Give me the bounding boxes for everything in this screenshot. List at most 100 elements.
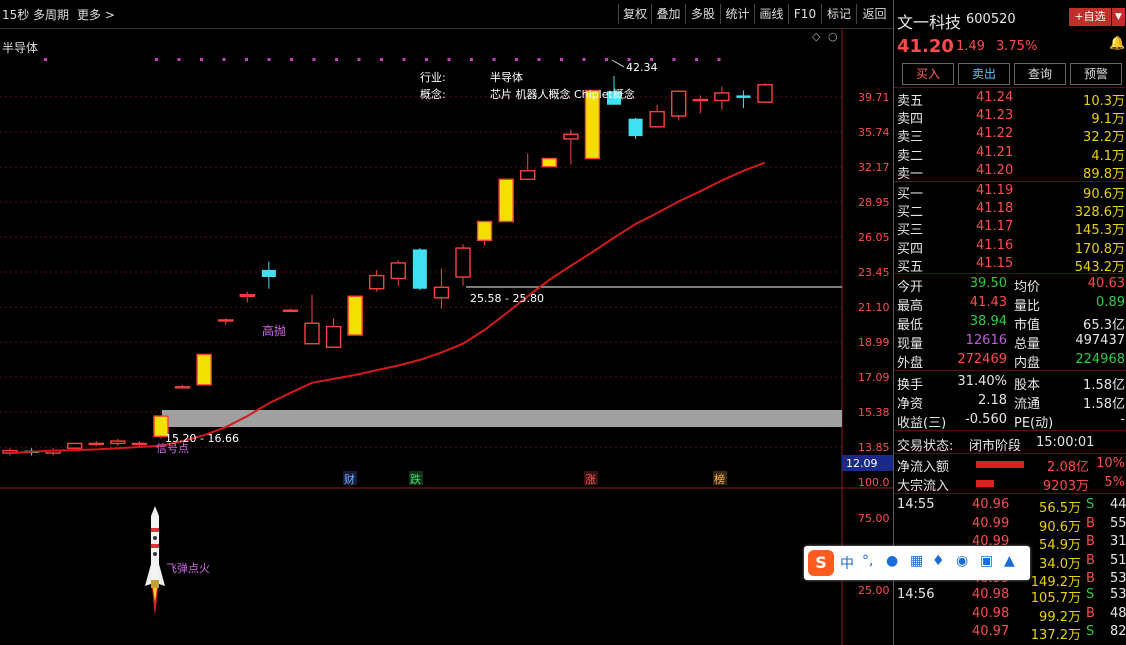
candle-body bbox=[671, 90, 687, 117]
ask-label: 卖五 bbox=[897, 94, 924, 109]
back-button[interactable]: 返回 bbox=[856, 4, 892, 24]
overlay-button[interactable]: 叠加 bbox=[651, 4, 685, 24]
ask-label: 卖一 bbox=[897, 166, 924, 182]
flow-pct: 5% bbox=[1104, 475, 1125, 490]
mark-button[interactable]: 标记 bbox=[821, 4, 856, 24]
more-menu-button[interactable]: 更多 > bbox=[77, 6, 115, 23]
bid-price: 41.15 bbox=[976, 255, 1014, 271]
sogou-logo-icon[interactable]: S bbox=[808, 550, 834, 576]
diamond-icon[interactable]: ◇ bbox=[812, 30, 821, 43]
trade-time: 15:00:01 bbox=[1036, 435, 1095, 450]
dot bbox=[200, 58, 203, 61]
ime-toolbar[interactable]: S 中 °, ● ▦ ♦ ◉ ▣ ▲ bbox=[804, 546, 1030, 580]
stat-label: 均价 bbox=[1014, 280, 1041, 295]
tick-side: S bbox=[1086, 624, 1095, 639]
stat-label: 最高 bbox=[897, 299, 924, 314]
tick-price: 40.98 bbox=[972, 587, 1010, 602]
stat-label: 收益(三) bbox=[897, 416, 947, 431]
kline-chart[interactable]: 39.71 35.74 32.17 28.95 26.05 23.45 21.10 18.99… bbox=[0, 28, 893, 645]
add-watchlist-button[interactable]: +自选 bbox=[1069, 8, 1111, 26]
current-price-text: 12.09 bbox=[846, 457, 878, 470]
ask-volume: 9.1万 bbox=[1091, 112, 1125, 128]
gear-icon[interactable]: ○ bbox=[828, 30, 838, 43]
dot bbox=[560, 58, 563, 61]
bid-volume: 170.8万 bbox=[1074, 241, 1125, 257]
price-change: 1.49 bbox=[956, 39, 985, 54]
shirt-icon[interactable]: ♦ bbox=[932, 553, 945, 569]
candle-body bbox=[390, 262, 406, 280]
dot bbox=[245, 58, 248, 61]
candle-body bbox=[325, 325, 342, 348]
ime-lang-toggle[interactable]: 中 bbox=[840, 553, 854, 573]
f10-button[interactable]: F10 bbox=[788, 4, 821, 24]
price-tick: 23.45 bbox=[858, 266, 890, 279]
draw-line-button[interactable]: 画线 bbox=[754, 4, 788, 24]
ask-label: 卖三 bbox=[897, 130, 924, 146]
dot bbox=[402, 58, 406, 61]
candle-body bbox=[67, 442, 83, 449]
game-icon[interactable]: ◉ bbox=[956, 553, 968, 569]
indicator-label: 半导体 bbox=[2, 41, 38, 55]
dot bbox=[447, 58, 451, 61]
flow-pct: 10% bbox=[1096, 456, 1125, 471]
stat-value: 0.89 bbox=[1096, 295, 1125, 310]
tick-volume: 54.9万 bbox=[1039, 538, 1081, 553]
ime-punct-toggle[interactable]: °, bbox=[862, 553, 873, 569]
dot bbox=[605, 58, 608, 61]
dot bbox=[155, 58, 158, 61]
tick-count: 51 bbox=[1110, 552, 1126, 568]
fuquan-button[interactable]: 复权 bbox=[618, 4, 651, 24]
stats-button[interactable]: 统计 bbox=[720, 4, 754, 24]
tick-count: 31 bbox=[1110, 534, 1126, 549]
microphone-icon[interactable]: ● bbox=[886, 553, 898, 569]
dot bbox=[470, 58, 473, 61]
ask-volume: 89.8万 bbox=[1083, 166, 1125, 182]
signal-label: 信号点 bbox=[156, 442, 189, 455]
rocket-label: 飞弹点火 bbox=[166, 561, 210, 575]
bell-icon[interactable]: 🔔 bbox=[1109, 36, 1125, 51]
flow-value: 9203万 bbox=[1042, 479, 1089, 494]
stat-value: 39.50 bbox=[969, 276, 1007, 291]
stat-value: 31.40% bbox=[957, 374, 1007, 389]
query-button[interactable]: 查询 bbox=[1014, 63, 1066, 85]
dot bbox=[267, 58, 271, 61]
keyboard-icon[interactable]: ▦ bbox=[910, 553, 923, 569]
multi-period-button[interactable]: 多周期 bbox=[33, 6, 69, 23]
buy-button[interactable]: 买入 bbox=[902, 63, 954, 85]
candle-body bbox=[131, 442, 148, 446]
candle-body bbox=[412, 249, 427, 289]
tick-side: B bbox=[1086, 605, 1095, 621]
dotted-indicator-line bbox=[44, 58, 721, 61]
dot bbox=[177, 58, 181, 61]
chevron-down-icon[interactable]: ▼ bbox=[1112, 8, 1125, 26]
candle-body bbox=[498, 178, 514, 223]
alert-button[interactable]: 预警 bbox=[1070, 63, 1122, 85]
tick-volume: 105.7万 bbox=[1030, 591, 1081, 606]
tick-side: B bbox=[1086, 571, 1095, 586]
stat-label: PE(动) bbox=[1014, 416, 1054, 431]
bid-label: 买三 bbox=[897, 223, 924, 239]
flow-value: 2.08亿 bbox=[1047, 460, 1089, 475]
period-selector[interactable]: 15秒 bbox=[2, 6, 29, 23]
ask-volume: 10.3万 bbox=[1083, 94, 1125, 109]
dot bbox=[582, 58, 586, 61]
tree-icon[interactable]: ▲ bbox=[1004, 553, 1015, 569]
stat-value: 12616 bbox=[965, 333, 1007, 348]
multi-stock-button[interactable]: 多股 bbox=[685, 4, 720, 24]
stat-label: 现量 bbox=[897, 337, 924, 352]
ask-price: 41.22 bbox=[976, 126, 1014, 142]
stat-value: 1.58亿 bbox=[1083, 397, 1125, 412]
price-tick: 18.99 bbox=[858, 336, 890, 349]
last-price: 41.20 bbox=[897, 36, 954, 57]
candle-body bbox=[563, 133, 579, 140]
stat-value: 2.18 bbox=[978, 393, 1007, 408]
support-zone-1 bbox=[162, 410, 842, 427]
sub-tick: 25.00 bbox=[858, 584, 890, 597]
dot bbox=[695, 58, 698, 61]
sell-button[interactable]: 卖出 bbox=[958, 63, 1010, 85]
stat-value: 224968 bbox=[1075, 352, 1125, 367]
grid-menu-icon[interactable]: ▣ bbox=[980, 553, 993, 569]
tick-count: 44 bbox=[1110, 497, 1126, 512]
stat-value: 40.63 bbox=[1087, 276, 1125, 291]
concept-value: 芯片 机器人概念 Chiplet概念 bbox=[490, 87, 635, 101]
